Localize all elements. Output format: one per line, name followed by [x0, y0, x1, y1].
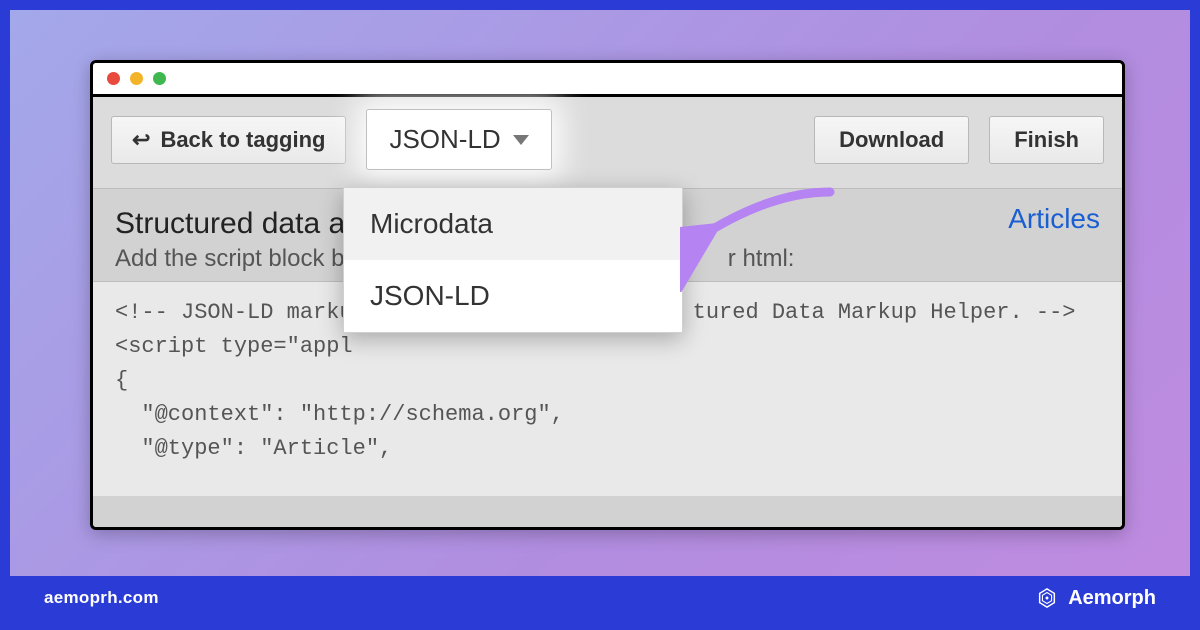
download-label: Download [839, 127, 944, 153]
chevron-down-icon [513, 135, 529, 145]
dropdown-item-jsonld[interactable]: JSON-LD [344, 260, 682, 332]
format-dropdown-trigger[interactable]: JSON-LD [366, 109, 551, 170]
brand-name: Aemorph [1068, 587, 1156, 610]
back-to-tagging-button[interactable]: ↩ Back to tagging [111, 116, 346, 164]
articles-link[interactable]: Articles [1008, 203, 1100, 235]
window-titlebar [93, 63, 1122, 97]
app-window: ↩ Back to tagging JSON-LD Download Finis… [90, 60, 1125, 530]
footer-bar: aemoprh.com Aemorph [10, 576, 1190, 620]
app-body: ↩ Back to tagging JSON-LD Download Finis… [93, 97, 1122, 527]
close-icon[interactable] [107, 72, 120, 85]
format-label: JSON-LD [389, 124, 500, 155]
minimize-icon[interactable] [130, 72, 143, 85]
finish-button[interactable]: Finish [989, 116, 1104, 164]
brand-logo-icon [1036, 587, 1058, 609]
finish-label: Finish [1014, 127, 1079, 153]
back-arrow-icon: ↩ [132, 129, 150, 151]
toolbar: ↩ Back to tagging JSON-LD Download Finis… [93, 97, 1122, 189]
download-button[interactable]: Download [814, 116, 969, 164]
back-label: Back to tagging [160, 127, 325, 153]
footer-brand: Aemorph [1036, 587, 1156, 610]
format-dropdown-menu: Microdata JSON-LD [343, 187, 683, 333]
dropdown-item-microdata[interactable]: Microdata [344, 188, 682, 260]
footer-url: aemoprh.com [44, 588, 159, 608]
maximize-icon[interactable] [153, 72, 166, 85]
